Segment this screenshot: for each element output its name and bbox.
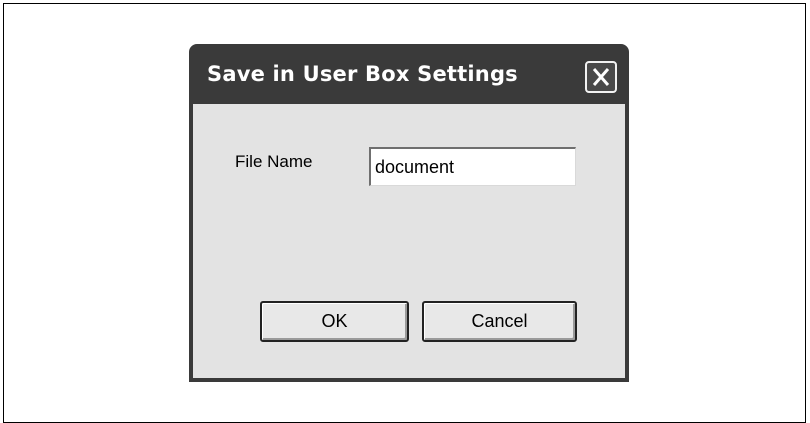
file-name-label: File Name — [235, 152, 313, 171]
cancel-button[interactable]: Cancel — [422, 301, 577, 342]
ok-button[interactable]: OK — [260, 301, 409, 342]
dialog-titlebar: Save in User Box Settings — [193, 44, 625, 104]
dialog-title: Save in User Box Settings — [207, 62, 518, 86]
save-settings-dialog: Save in User Box Settings File Name OK C… — [189, 44, 629, 382]
dialog-body: File Name OK Cancel — [193, 104, 625, 378]
close-button[interactable] — [585, 61, 617, 93]
file-name-input[interactable] — [369, 147, 576, 186]
close-icon — [592, 68, 610, 86]
